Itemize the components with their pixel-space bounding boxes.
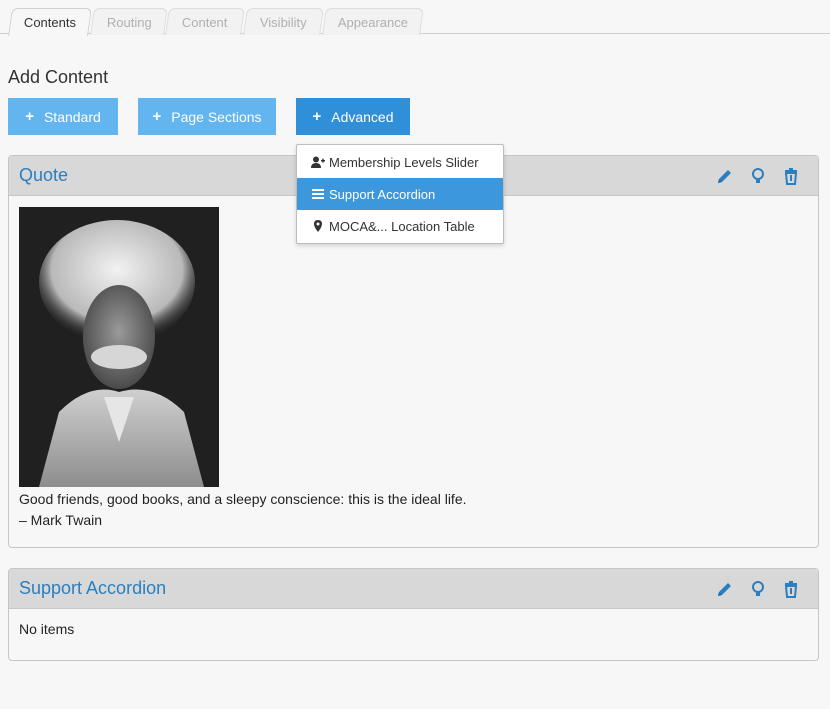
- tab-bar: Contents Routing Content Visibility Appe…: [0, 0, 830, 36]
- plus-icon: +: [312, 108, 322, 125]
- tab-contents[interactable]: Contents: [8, 8, 92, 36]
- menu-item-location-table[interactable]: MOCA&... Location Table: [297, 210, 503, 242]
- lightbulb-icon[interactable]: [749, 580, 767, 598]
- pencil-icon[interactable]: [716, 580, 734, 598]
- quote-text: Good friends, good books, and a sleepy c…: [19, 491, 467, 507]
- advanced-dropdown-menu: Membership Levels Slider Support Accordi…: [296, 144, 504, 244]
- quote-attribution: – Mark Twain: [19, 512, 102, 528]
- tab-label: Content: [182, 14, 228, 30]
- panel-title: Quote: [19, 165, 69, 185]
- panel-body: Good friends, good books, and a sleepy c…: [9, 196, 818, 541]
- tab-visibility[interactable]: Visibility: [243, 8, 324, 35]
- user-plus-icon: [311, 156, 325, 168]
- tab-label: Visibility: [260, 14, 307, 30]
- panel-body: No items: [9, 609, 818, 647]
- panel-header: Support Accordion: [9, 569, 818, 609]
- menu-item-membership-levels-slider[interactable]: Membership Levels Slider: [297, 146, 503, 178]
- tab-routing[interactable]: Routing: [90, 8, 168, 35]
- tab-content[interactable]: Content: [165, 8, 245, 35]
- tab-label: Appearance: [337, 14, 408, 30]
- add-content-heading: Add Content: [8, 67, 109, 87]
- add-advanced-button[interactable]: + Advanced: [296, 98, 410, 135]
- list-icon: [311, 188, 325, 200]
- tab-label: Routing: [106, 14, 152, 30]
- map-marker-icon: [311, 220, 325, 232]
- plus-icon: +: [25, 108, 34, 125]
- menu-item-support-accordion[interactable]: Support Accordion: [297, 178, 503, 210]
- menu-item-label: Support Accordion: [329, 186, 436, 202]
- panel-actions: [716, 167, 800, 185]
- menu-item-label: MOCA&... Location Table: [329, 218, 475, 234]
- lightbulb-icon[interactable]: [749, 167, 767, 185]
- button-label: Advanced: [331, 108, 394, 125]
- trash-icon[interactable]: [782, 167, 800, 185]
- tab-appearance[interactable]: Appearance: [322, 8, 424, 35]
- pencil-icon[interactable]: [716, 167, 734, 185]
- tab-label: Contents: [23, 15, 76, 30]
- trash-icon[interactable]: [782, 580, 800, 598]
- add-standard-button[interactable]: + Standard: [8, 98, 118, 135]
- support-accordion-panel: Support Accordion No items: [8, 568, 819, 661]
- panel-title: Support Accordion: [19, 578, 167, 598]
- panel-actions: [716, 580, 800, 598]
- button-label: Page Sections: [171, 108, 262, 125]
- menu-item-label: Membership Levels Slider: [329, 154, 479, 170]
- add-page-sections-button[interactable]: + Page Sections: [138, 98, 276, 135]
- empty-state-text: No items: [19, 621, 75, 637]
- mark-twain-portrait: [19, 207, 219, 487]
- plus-icon: +: [152, 108, 162, 125]
- button-label: Standard: [43, 108, 101, 125]
